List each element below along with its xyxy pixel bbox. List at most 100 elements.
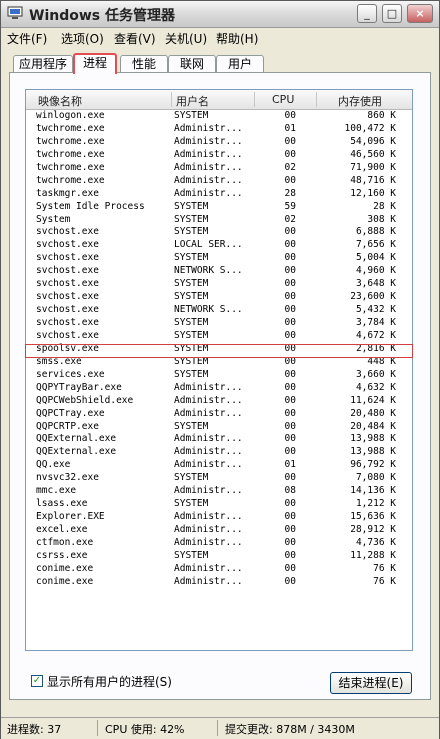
process-user: Administr... [174,135,243,147]
process-cpu: 00 [284,329,296,341]
process-rows: winlogon.exe SYSTEM 00 860 K twchrome.exe Adm… [26,110,412,589]
process-user: Administr... [174,161,243,173]
column-image-name[interactable]: 映像名称 [38,93,82,109]
list-header: 映像名称 用户名 CPU 内存使用 [26,90,412,110]
process-row[interactable]: QQPCTray.exe Administr... 00 20,480 K [26,408,412,421]
process-row[interactable]: services.exe SYSTEM 00 3,660 K [26,369,412,382]
tab-performance[interactable]: 性能 [120,55,168,73]
title-bar[interactable]: Windows 任务管理器 _ □ × [1,1,439,28]
process-name: excel.exe [36,524,88,535]
tab-networking[interactable]: 联网 [168,55,216,73]
process-row[interactable]: QQPCWebShield.exe Administr... 00 11,624 K [26,395,412,408]
process-row[interactable]: conime.exe Administr... 00 76 K [26,576,412,589]
process-row[interactable]: lsass.exe SYSTEM 00 1,212 K [26,498,412,511]
menu-options[interactable]: 选项(O) [61,30,104,47]
process-row[interactable]: System SYSTEM 02 308 K [26,214,412,227]
process-row[interactable]: Explorer.EXE Administr... 00 15,636 K [26,511,412,524]
process-row[interactable]: twchrome.exe Administr... 00 48,716 K [26,175,412,188]
process-memory: 15,636 K [350,511,396,523]
process-row[interactable]: twchrome.exe Administr... 00 46,560 K [26,149,412,162]
process-row[interactable]: twchrome.exe Administr... 01 100,472 K [26,123,412,136]
process-row[interactable]: svchost.exe SYSTEM 00 3,648 K [26,278,412,291]
process-row[interactable]: conime.exe Administr... 00 76 K [26,563,412,576]
process-row[interactable]: QQExternal.exe Administr... 00 13,988 K [26,433,412,446]
process-name: twchrome.exe [36,135,105,147]
process-name: svchost.exe [36,291,99,303]
process-cpu: 59 [284,200,296,212]
process-name: taskmgr.exe [36,187,99,199]
column-divider[interactable] [316,92,317,107]
process-name: svchost.exe [36,265,99,277]
process-row[interactable]: excel.exe Administr... 00 28,912 K [26,524,412,537]
process-row[interactable]: twchrome.exe Administr... 02 71,900 K [26,162,412,175]
process-row[interactable]: svchost.exe SYSTEM 00 3,784 K [26,317,412,330]
column-memory[interactable]: 内存使用 [338,93,382,109]
process-user: SYSTEM [174,110,209,121]
process-cpu: 00 [284,174,296,186]
column-divider[interactable] [171,92,172,107]
process-memory: 14,136 K [350,485,396,497]
process-row[interactable]: svchost.exe SYSTEM 00 6,888 K [26,226,412,239]
process-user: Administr... [174,536,243,548]
process-user: Administr... [174,446,243,458]
process-row[interactable]: twchrome.exe Administr... 00 54,096 K [26,136,412,149]
process-user: Administr... [174,174,243,186]
process-row[interactable]: smss.exe SYSTEM 00 448 K [26,356,412,369]
column-user-name[interactable]: 用户名 [176,93,209,109]
process-name: winlogon.exe [36,110,105,121]
menu-help[interactable]: 帮助(H) [216,30,258,47]
process-name: System [36,213,71,225]
end-process-button[interactable]: 结束进程(E) [330,672,412,694]
process-row[interactable]: System Idle Process SYSTEM 59 28 K [26,201,412,214]
show-all-users-checkbox[interactable]: ✓ [31,675,43,687]
process-row[interactable]: spoolsv.exe SYSTEM 00 2,816 K [26,343,412,356]
close-button[interactable]: × [407,4,433,23]
process-row[interactable]: QQPCRTP.exe SYSTEM 00 20,484 K [26,421,412,434]
column-divider[interactable] [254,92,255,107]
process-memory: 5,432 K [355,304,396,316]
process-memory: 100,472 K [344,122,396,134]
process-list[interactable]: 映像名称 用户名 CPU 内存使用 winlogon.exe SYSTEM 00 86… [25,89,413,651]
process-memory: 4,632 K [355,381,396,393]
tab-users[interactable]: 用户 [216,55,264,73]
process-row[interactable]: mmc.exe Administr... 08 14,136 K [26,485,412,498]
process-row[interactable]: svchost.exe SYSTEM 00 23,600 K [26,291,412,304]
process-user: Administr... [174,122,243,134]
process-row[interactable]: svchost.exe SYSTEM 00 5,004 K [26,252,412,265]
process-row[interactable]: svchost.exe NETWORK S... 00 5,432 K [26,304,412,317]
process-cpu: 00 [284,278,296,290]
process-row[interactable]: ctfmon.exe Administr... 00 4,736 K [26,537,412,550]
menu-view[interactable]: 查看(V) [114,30,156,47]
process-cpu: 00 [284,575,296,587]
process-row[interactable]: svchost.exe SYSTEM 00 4,672 K [26,330,412,343]
process-row[interactable]: QQ.exe Administr... 01 96,792 K [26,459,412,472]
status-process-count: 进程数: 37 [7,723,62,736]
process-row[interactable]: QQPYTrayBar.exe Administr... 00 4,632 K [26,382,412,395]
process-cpu: 00 [284,252,296,264]
maximize-button[interactable]: □ [382,4,402,23]
process-row[interactable]: svchost.exe NETWORK S... 00 4,960 K [26,265,412,278]
process-row[interactable]: svchost.exe LOCAL SER... 00 7,656 K [26,239,412,252]
process-memory: 6,888 K [355,226,396,238]
process-name: conime.exe [36,562,94,574]
process-memory: 308 K [367,213,396,225]
minimize-button[interactable]: _ [357,4,377,23]
column-cpu[interactable]: CPU [272,93,294,106]
process-memory: 1,212 K [355,498,396,510]
menu-shutdown[interactable]: 关机(U) [165,30,207,47]
tab-applications[interactable]: 应用程序 [13,55,73,73]
process-user: SYSTEM [174,278,209,290]
process-memory: 3,660 K [355,368,396,380]
process-row[interactable]: QQExternal.exe Administr... 00 13,988 K [26,446,412,459]
process-row[interactable]: taskmgr.exe Administr... 28 12,160 K [26,188,412,201]
tab-processes[interactable]: 进程 [73,53,117,74]
process-name: mmc.exe [36,485,77,497]
process-row[interactable]: winlogon.exe SYSTEM 00 860 K [26,110,412,123]
status-divider [97,720,98,736]
task-manager-window: Windows 任务管理器 _ □ × 文件(F) 选项(O) 查看(V) 关机… [0,0,440,739]
menu-file[interactable]: 文件(F) [7,30,47,47]
process-row[interactable]: csrss.exe SYSTEM 00 11,288 K [26,550,412,563]
process-row[interactable]: nvsvc32.exe SYSTEM 00 7,080 K [26,472,412,485]
status-divider [217,720,218,736]
process-name: QQExternal.exe [36,433,117,445]
